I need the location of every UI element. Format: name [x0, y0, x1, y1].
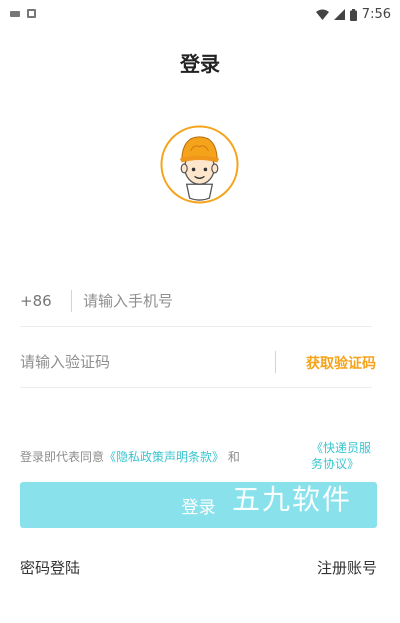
signal-icon: [333, 9, 345, 20]
login-button[interactable]: 登录: [20, 482, 377, 528]
agreement-text: 登录即代表同意《隐私政策声明条款》 和 《快递员服务协议》: [20, 441, 371, 471]
courier-agreement-link[interactable]: 《快递员服务协议》: [311, 440, 381, 472]
gallery-icon: [27, 9, 36, 18]
agreement-conjunction: 和: [227, 450, 240, 464]
country-code-prefix[interactable]: +86: [20, 292, 52, 310]
privacy-policy-link[interactable]: 《隐私政策声明条款》: [104, 450, 224, 464]
code-row: 获取验证码: [20, 336, 376, 388]
password-login-link[interactable]: 密码登陆: [20, 557, 80, 578]
get-code-button[interactable]: 获取验证码: [306, 353, 376, 373]
wifi-icon: [315, 9, 329, 20]
divider: [71, 290, 72, 312]
avatar-icon: [160, 125, 239, 204]
notification-icon: [10, 10, 20, 17]
page-title: 登录: [180, 52, 220, 76]
divider: [275, 351, 276, 373]
battery-icon: [349, 8, 357, 21]
status-time: 7:56: [361, 7, 391, 22]
phone-input[interactable]: [83, 289, 363, 313]
status-bar: 7:56: [0, 0, 400, 28]
register-link[interactable]: 注册账号: [317, 557, 377, 578]
agreement-prefix: 登录即代表同意: [20, 450, 105, 464]
verification-code-input[interactable]: [20, 350, 260, 374]
phone-row: +86: [20, 275, 372, 327]
